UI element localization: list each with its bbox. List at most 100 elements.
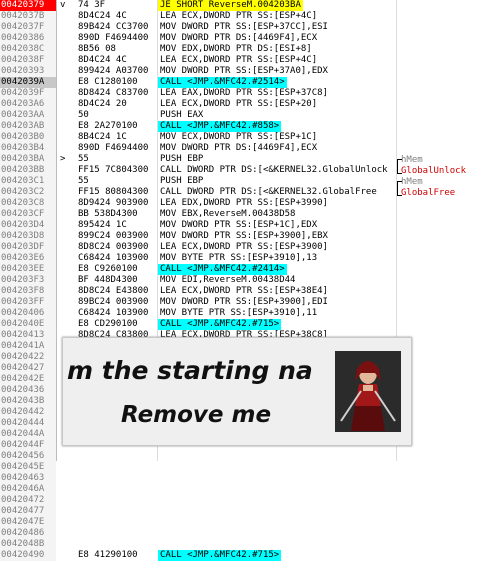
popup-message-text: m the starting na (67, 356, 313, 385)
code-row[interactable]: 00420477 (0, 506, 496, 517)
code-row[interactable]: 004203F3 BF 448D4300 MOV EDI,ReverseM.0043… (0, 275, 496, 286)
code-row[interactable]: 004203CF BB 538D4300 MOV EBX,ReverseM.0043… (0, 209, 496, 220)
instruction-cell: LEA ECX,DWORD PTR SS:[ESP+3900] (160, 242, 328, 252)
code-row[interactable]: 00420386 890D F4694400 MOV DWORD PTR DS:[4… (0, 33, 496, 44)
code-row[interactable]: 004203B4 890D F4694400 MOV DWORD PTR DS:[4… (0, 143, 496, 154)
address-cell: 00420393 (0, 66, 56, 77)
code-row[interactable]: 00420463 (0, 473, 496, 484)
code-row[interactable]: 004203FF 89BC24 003900 MOV DWORD PTR SS:[E… (0, 297, 496, 308)
instruction-cell: CALL <JMP.&MFC42.#715> (158, 319, 282, 330)
code-row[interactable]: 00420406 C68424 103900 MOV BYTE PTR SS:[ES… (0, 308, 496, 319)
address-cell: 004203B4 (0, 143, 56, 154)
code-row[interactable]: 0042037F 89B424 CC3700 MOV DWORD PTR SS:[E… (0, 22, 496, 33)
code-row[interactable]: 0042040E E8 CD290100 CALL <JMP.&MFC42.#715… (0, 319, 496, 330)
hex-bytes-cell: 899C24 003900 (78, 231, 149, 241)
hex-bytes-cell: 8D8C24 003900 (78, 242, 149, 252)
hex-bytes-cell: C68424 103900 (78, 253, 149, 263)
hex-bytes-cell: E8 CD290100 (78, 319, 138, 329)
address-cell: 00420477 (0, 506, 56, 517)
code-row[interactable]: 004203AA 50 PUSH EAX (0, 110, 496, 121)
instruction-cell: LEA EDX,DWORD PTR SS:[ESP+3990] (160, 198, 328, 208)
instruction-cell: MOV DWORD PTR SS:[ESP+37A0],EDX (160, 66, 328, 76)
hex-bytes-cell: 8D9424 903900 (78, 198, 149, 208)
instruction-cell: CALL DWORD PTR DS:[<&KERNEL32.GlobalUnlo… (160, 165, 388, 175)
code-row[interactable]: 0042046A (0, 484, 496, 495)
instruction-cell: LEA ECX,DWORD PTR SS:[ESP+4C] (160, 11, 318, 21)
code-row[interactable]: 004203AB E8 2A270100 CALL <JMP.&MFC42.#858… (0, 121, 496, 132)
code-row[interactable]: 004203EE E8 C9260100 CALL <JMP.&MFC42.#241… (0, 264, 496, 275)
code-row[interactable]: 0042047E (0, 517, 496, 528)
code-row[interactable]: 004203E6 C68424 103900 MOV BYTE PTR SS:[ES… (0, 253, 496, 264)
instruction-cell: MOV DWORD PTR DS:[4469F4],ECX (160, 143, 318, 153)
api-comment: hMem (401, 177, 423, 187)
hex-bytes-cell: 8D4C24 20 (78, 99, 127, 109)
argument-brace (397, 181, 402, 196)
address-cell: 0042046A (0, 484, 56, 495)
address-cell: 0042045E (0, 462, 56, 473)
code-row[interactable]: 004203D8 899C24 003900 MOV DWORD PTR SS:[E… (0, 231, 496, 242)
instruction-cell: CALL <JMP.&MFC42.#2414> (158, 264, 287, 275)
address-cell: 00420472 (0, 495, 56, 506)
code-row[interactable]: 0042039F 8D8424 C83700 LEA EAX,DWORD PTR S… (0, 88, 496, 99)
instruction-cell: LEA ECX,DWORD PTR SS:[ESP+38E4] (160, 286, 328, 296)
code-row[interactable]: 00420472 (0, 495, 496, 506)
code-row[interactable]: 0042037B 8D4C24 4C LEA ECX,DWORD PTR SS:[E… (0, 11, 496, 22)
address-cell: 00420444 (0, 418, 56, 429)
instruction-cell: MOV BYTE PTR SS:[ESP+3910],11 (160, 308, 318, 318)
code-row[interactable]: 0042038C 8B56 08 MOV EDX,DWORD PTR DS:[ESI… (0, 44, 496, 55)
code-row[interactable]: 00420490 E8 41290100 CALL <JMP.&MFC42.#715… (0, 550, 496, 561)
address-cell: 004203B0 (0, 132, 56, 143)
code-row[interactable]: 00420379 v 74 3F JE SHORT ReverseM.004203BA (0, 0, 496, 11)
address-cell: 00420379 (0, 0, 56, 11)
hex-bytes-cell: 895424 1C (78, 220, 127, 230)
address-cell: 004203D8 (0, 231, 56, 242)
code-row[interactable]: 00420393 899424 A03700 MOV DWORD PTR SS:[E… (0, 66, 496, 77)
code-row[interactable]: 00420456 (0, 451, 496, 462)
remove-me-button[interactable]: Remove me (121, 402, 271, 428)
code-row[interactable]: 004203F8 8D8C24 E43800 LEA ECX,DWORD PTR S… (0, 286, 496, 297)
code-row[interactable]: 0042038F 8D4C24 4C LEA ECX,DWORD PTR SS:[E… (0, 55, 496, 66)
instruction-cell: JE SHORT ReverseM.004203BA (158, 0, 303, 11)
instruction-cell: PUSH EBP (160, 154, 204, 164)
hex-bytes-cell: 55 (78, 154, 89, 164)
hex-bytes-cell: 8D8C24 E43800 (78, 286, 149, 296)
hex-bytes-cell: C68424 103900 (78, 308, 149, 318)
address-cell: 0042039A (0, 77, 56, 88)
address-cell: 004203A6 (0, 99, 56, 110)
api-comment: hMem (401, 155, 423, 165)
hex-bytes-cell: 8D8424 C83700 (78, 88, 149, 98)
instruction-cell: MOV EDI,ReverseM.00438D44 (160, 275, 296, 285)
code-row[interactable]: 004203DF 8D8C24 003900 LEA ECX,DWORD PTR S… (0, 242, 496, 253)
address-cell: 004203AB (0, 121, 56, 132)
address-cell: 0042048B (0, 539, 56, 550)
address-cell: 00420436 (0, 385, 56, 396)
address-cell: 00420406 (0, 308, 56, 319)
address-cell: 0042037B (0, 11, 56, 22)
address-cell: 0042043B (0, 396, 56, 407)
hex-bytes-cell: E8 41290100 (78, 550, 138, 560)
instruction-cell: MOV DWORD PTR DS:[4469F4],ECX (160, 33, 318, 43)
api-comment: GlobalFree (401, 188, 456, 198)
code-row[interactable]: 0042039A E8 C1280100 CALL <JMP.&MFC42.#251… (0, 77, 496, 88)
code-row[interactable]: 004203C8 8D9424 903900 LEA EDX,DWORD PTR S… (0, 198, 496, 209)
hex-bytes-cell: 899424 A03700 (78, 66, 149, 76)
instruction-cell: MOV DWORD PTR SS:[ESP+3900],EDI (160, 297, 328, 307)
instruction-cell: CALL <JMP.&MFC42.#2514> (158, 77, 287, 88)
code-row[interactable]: 0042048B (0, 539, 496, 550)
code-row[interactable]: 004203A6 8D4C24 20 LEA ECX,DWORD PTR SS:[E… (0, 99, 496, 110)
address-cell: 004203AA (0, 110, 56, 121)
address-cell: 004203CF (0, 209, 56, 220)
address-cell: 0042042E (0, 374, 56, 385)
code-row[interactable]: 0042045E (0, 462, 496, 473)
hex-bytes-cell: 89BC24 003900 (78, 297, 149, 307)
instruction-cell: CALL DWORD PTR DS:[<&KERNEL32.GlobalFree (160, 187, 377, 197)
address-cell: 004203BB (0, 165, 56, 176)
code-row[interactable]: 00420486 (0, 528, 496, 539)
hex-bytes-cell: FF15 80804300 (78, 187, 149, 197)
popup-overlay[interactable]: m the starting na Remove me (62, 337, 412, 446)
code-row[interactable]: 004203D4 895424 1C MOV DWORD PTR SS:[ESP+1… (0, 220, 496, 231)
code-row[interactable]: 004203B0 8B4C24 1C MOV ECX,DWORD PTR SS:[E… (0, 132, 496, 143)
address-cell: 004203EE (0, 264, 56, 275)
instruction-cell: MOV EBX,ReverseM.00438D58 (160, 209, 296, 219)
hex-bytes-cell: 890D F4694400 (78, 143, 149, 153)
